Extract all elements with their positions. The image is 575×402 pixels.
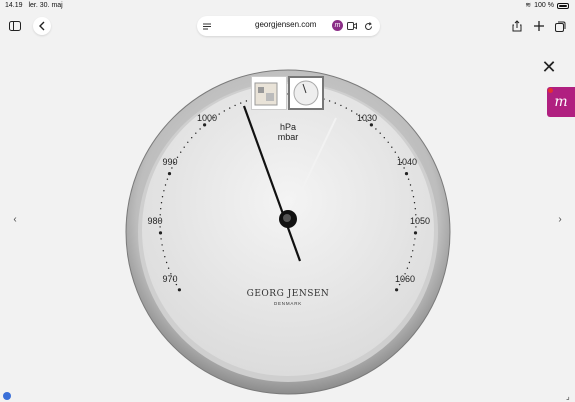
scale-tick: [345, 107, 347, 109]
scale-tick: [163, 190, 165, 192]
scale-tick: [160, 208, 162, 210]
scale-tick: [387, 141, 389, 143]
scale-tick: [165, 261, 168, 264]
scale-tick: [395, 288, 399, 292]
scale-tick: [379, 132, 381, 134]
scale-label-1000: 1000: [197, 113, 217, 123]
scale-tick: [404, 172, 409, 176]
scale-label-970: 970: [162, 274, 177, 284]
unit-mbar: mbar: [278, 132, 299, 142]
notification-dot: [548, 88, 553, 93]
scale-label-1050: 1050: [410, 216, 430, 226]
scale-label-1030: 1030: [357, 113, 377, 123]
needle-hub-center: [283, 214, 291, 222]
scale-tick: [412, 250, 414, 252]
scale-label-980: 980: [147, 216, 162, 226]
scale-tick: [407, 178, 410, 180]
scale-label-990: 990: [162, 157, 177, 167]
scale-tick: [413, 244, 415, 246]
scale-tick: [245, 100, 248, 102]
scale-tick: [415, 226, 417, 228]
scale-tick: [328, 100, 331, 102]
scale-tick: [375, 128, 377, 130]
scale-tick: [234, 104, 236, 107]
scale-tick: [195, 132, 197, 134]
scale-tick: [406, 267, 409, 269]
thumbnail-image-icon: [254, 82, 278, 106]
scale-tick: [187, 141, 189, 143]
scale-tick: [411, 190, 413, 192]
scale-tick: [394, 151, 396, 153]
scale-tick: [391, 146, 393, 148]
globe-icon[interactable]: [3, 392, 11, 400]
scale-tick: [191, 137, 193, 139]
thumbnail-1[interactable]: [251, 76, 287, 110]
thumbnail-2[interactable]: [288, 76, 324, 110]
scale-tick: [414, 208, 416, 210]
scale-tick: [177, 288, 181, 292]
scale-tick: [164, 184, 167, 186]
scale-tick: [160, 238, 162, 240]
scale-tick: [229, 107, 231, 109]
scale-tick: [167, 172, 172, 176]
barometer-image: 970 980 990 1000 1030 1040 1050 1060 hPa…: [125, 69, 451, 395]
brand-country: DENMARK: [274, 301, 302, 306]
scale-tick: [158, 231, 163, 235]
scale-tick: [369, 123, 373, 127]
scale-tick: [167, 267, 170, 269]
scale-tick: [162, 250, 164, 252]
unit-hpa: hPa: [280, 122, 296, 132]
close-button[interactable]: ✕: [539, 57, 559, 77]
scale-tick: [413, 231, 418, 235]
scale-tick: [223, 110, 225, 112]
resize-corner-icon: ⌟: [566, 392, 570, 401]
scale-tick: [240, 102, 242, 104]
scale-tick: [403, 167, 405, 169]
scale-tick: [161, 196, 164, 198]
scale-tick: [159, 226, 161, 228]
scale-tick: [408, 261, 411, 264]
thumbnail-barometer-icon: [293, 80, 319, 106]
scale-tick: [164, 256, 166, 258]
scale-tick: [161, 244, 163, 246]
scale-tick: [180, 151, 182, 153]
scale-tick: [166, 178, 169, 180]
scale-tick: [175, 283, 178, 286]
next-image-button[interactable]: ›: [553, 213, 567, 227]
scale-tick: [409, 184, 412, 186]
scale-tick: [334, 102, 336, 104]
scale-tick: [414, 238, 416, 240]
scale-tick: [410, 256, 412, 258]
scale-tick: [218, 113, 220, 115]
scale-label-1060: 1060: [395, 274, 415, 284]
scale-label-1040: 1040: [397, 157, 417, 167]
scale-tick: [412, 196, 415, 198]
scale-tick: [398, 283, 401, 286]
image-thumbnails: [251, 76, 324, 110]
prev-image-button[interactable]: ‹: [8, 213, 22, 227]
scale-tick: [183, 146, 185, 148]
brand-logo: GEORG JENSEN: [247, 289, 330, 299]
scale-tick: [351, 110, 353, 112]
scale-tick: [340, 104, 342, 107]
scale-tick: [203, 123, 207, 127]
scale-tick: [171, 167, 173, 169]
scale-tick: [413, 202, 416, 204]
scale-tick: [160, 202, 163, 204]
scale-tick: [383, 137, 385, 139]
scale-tick: [199, 128, 201, 130]
